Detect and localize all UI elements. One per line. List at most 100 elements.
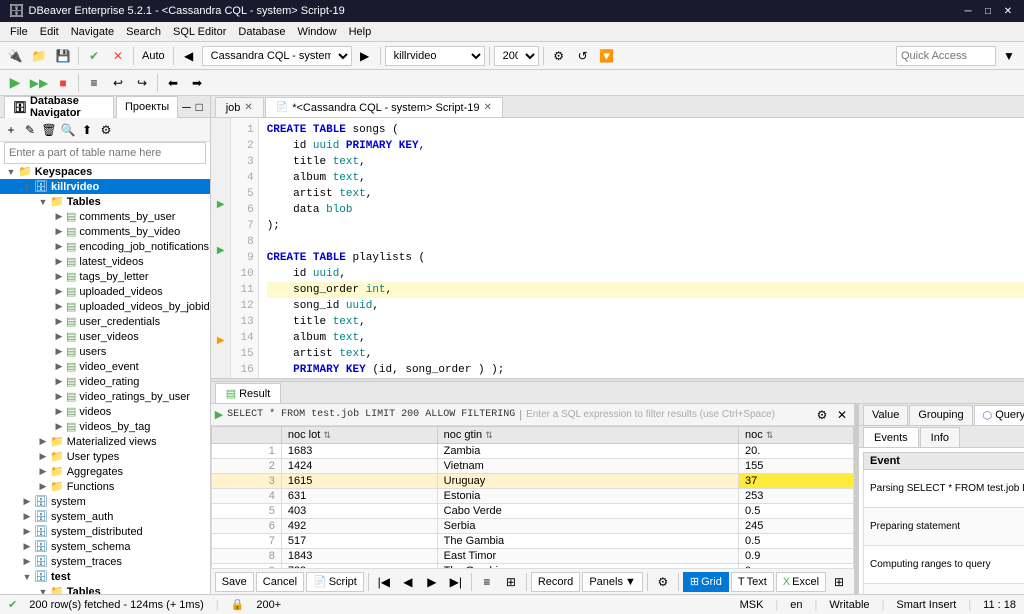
system-ks-system_traces[interactable]: ▶🗄system_traces — [0, 554, 210, 569]
menu-navigate[interactable]: Navigate — [65, 22, 120, 42]
col-gtin[interactable]: noc gtin ⇅ — [437, 427, 738, 444]
result-tab[interactable]: ▤ Result — [215, 383, 282, 403]
data-table-container[interactable]: noc lot ⇅ noc gtin ⇅ noc — [211, 426, 854, 568]
settings-nav-button[interactable]: ⚙ — [97, 121, 115, 139]
user-types-expand[interactable]: ▶ — [36, 451, 50, 462]
prev-page-button[interactable]: ◀ — [397, 571, 419, 593]
prev-connection-button[interactable]: ◀ — [178, 45, 200, 67]
more-export-button[interactable]: ⊞ — [828, 571, 850, 593]
job-tab[interactable]: job ✕ — [215, 97, 264, 117]
user-types-node[interactable]: ▶ 📁 User types — [0, 449, 210, 464]
grouping-tab[interactable]: Grouping — [909, 405, 972, 425]
add-connection-button[interactable]: + — [2, 121, 20, 139]
functions-expand[interactable]: ▶ — [36, 481, 50, 492]
test-node[interactable]: ▼ 🗄 test — [0, 569, 210, 584]
menu-search[interactable]: Search — [120, 22, 167, 42]
grid-button[interactable]: ⊞ Grid — [683, 572, 729, 592]
test-tables-expand[interactable]: ▼ — [36, 587, 50, 595]
table-row[interactable]: 3 1615 Uruguay 37 — [211, 474, 853, 489]
table-item-videos_by_tag[interactable]: ▶▤videos_by_tag — [0, 419, 210, 434]
aggregates-expand[interactable]: ▶ — [36, 466, 50, 477]
killrvideo-expand[interactable]: ▼ — [20, 182, 34, 192]
redo-button[interactable]: ↪ — [131, 72, 153, 94]
next-page-button[interactable]: ▶ — [421, 571, 443, 593]
commit-button[interactable]: ✔ — [83, 45, 105, 67]
minimize-button[interactable]: ─ — [960, 3, 976, 19]
quick-access-input[interactable] — [896, 46, 996, 66]
value-tab[interactable]: Value — [863, 405, 908, 425]
functions-node[interactable]: ▶ 📁 Functions — [0, 479, 210, 494]
table-item-user_credentials[interactable]: ▶▤user_credentials — [0, 314, 210, 329]
rollback-button[interactable]: ✕ — [107, 45, 129, 67]
system-ks-system_distributed[interactable]: ▶🗄system_distributed — [0, 524, 210, 539]
trace-event-col[interactable]: Event — [864, 453, 1024, 470]
system-ks-system[interactable]: ▶🗄system — [0, 494, 210, 509]
keyspaces-expand[interactable]: ▼ — [4, 167, 18, 177]
db-navigator-tab[interactable]: 🗄 Database Navigator — [4, 96, 114, 118]
table-item-videos[interactable]: ▶▤videos — [0, 404, 210, 419]
cancel-result-button[interactable]: Cancel — [256, 572, 304, 592]
table-item-video_ratings_by_user[interactable]: ▶▤video_ratings_by_user — [0, 389, 210, 404]
killrvideo-node[interactable]: ▼ 🗄 killrvideo — [0, 179, 210, 194]
menu-database[interactable]: Database — [232, 22, 291, 42]
table-row[interactable]: 7 517 The Gambia 0.5 — [211, 534, 853, 549]
navigate-fwd-button[interactable]: ➡ — [186, 72, 208, 94]
menu-help[interactable]: Help — [343, 22, 378, 42]
search-input[interactable] — [4, 142, 206, 164]
aggregates-node[interactable]: ▶ 📁 Aggregates — [0, 464, 210, 479]
format-sql-button[interactable]: ≡ — [83, 72, 105, 94]
table-row[interactable]: 2 1424 Vietnam 155 — [211, 459, 853, 474]
excel-button[interactable]: X Excel — [776, 572, 826, 592]
events-tab[interactable]: Events — [863, 427, 919, 447]
info-tab[interactable]: Info — [920, 427, 960, 447]
collapse-all-button[interactable]: ⬆ — [78, 121, 96, 139]
menu-window[interactable]: Window — [291, 22, 342, 42]
row-mode-button[interactable]: ≡ — [476, 571, 498, 593]
table-item-video_rating[interactable]: ▶▤video_rating — [0, 374, 210, 389]
minimize-panel-button[interactable]: ─ — [180, 99, 193, 115]
settings-res-button[interactable]: ⚙ — [652, 571, 674, 593]
settings-button[interactable]: ⚙ — [548, 45, 570, 67]
table-item-uploaded_videos[interactable]: ▶▤uploaded_videos — [0, 284, 210, 299]
limit-selector[interactable]: 200 — [494, 46, 539, 66]
database-selector[interactable]: killrvideo — [385, 46, 485, 66]
job-tab-close[interactable]: ✕ — [244, 102, 252, 113]
script-tab[interactable]: 📄 *<Cassandra CQL - system> Script-19 ✕ — [265, 97, 503, 117]
sort-noc-icon[interactable]: ⇅ — [766, 430, 774, 440]
table-row[interactable]: 8 1843 East Timor 0.9 — [211, 549, 853, 564]
keyspaces-root[interactable]: ▼ 📁 Keyspaces — [0, 164, 210, 179]
menu-edit[interactable]: Edit — [34, 22, 65, 42]
mat-views-expand[interactable]: ▶ — [36, 436, 50, 447]
close-button[interactable]: ✕ — [1000, 3, 1016, 19]
table-item-comments_by_user[interactable]: ▶▤comments_by_user — [0, 209, 210, 224]
table-item-tags_by_letter[interactable]: ▶▤tags_by_letter — [0, 269, 210, 284]
menu-sqleditor[interactable]: SQL Editor — [167, 22, 232, 42]
table-item-encoding_job_notifications[interactable]: ▶▤encoding_job_notifications — [0, 239, 210, 254]
navigate-back-button[interactable]: ⬅ — [162, 72, 184, 94]
maximize-panel-button[interactable]: □ — [193, 99, 206, 115]
record-button[interactable]: Record — [531, 572, 580, 592]
table-row[interactable]: 1 1683 Zambia 20. — [211, 444, 853, 459]
text-button[interactable]: T Text — [731, 572, 774, 592]
filter-button[interactable]: 🔽 — [596, 45, 618, 67]
filter-clear-btn[interactable]: ✕ — [834, 407, 850, 423]
script-result-button[interactable]: 📄 Script — [306, 572, 364, 592]
stop-button[interactable]: ■ — [52, 72, 74, 94]
table-item-comments_by_video[interactable]: ▶▤comments_by_video — [0, 224, 210, 239]
table-item-latest_videos[interactable]: ▶▤latest_videos — [0, 254, 210, 269]
table-row[interactable]: 5 403 Cabo Verde 0.5 — [211, 504, 853, 519]
title-bar-controls[interactable]: ─ □ ✕ — [960, 3, 1016, 19]
col-noc[interactable]: noc ⇅ — [739, 427, 854, 444]
save-button[interactable]: 💾 — [52, 45, 74, 67]
delete-connection-button[interactable]: 🗑 — [40, 121, 58, 139]
table-item-uploaded_videos_by_jobid[interactable]: ▶▤uploaded_videos_by_jobid — [0, 299, 210, 314]
sort-gtin-icon[interactable]: ⇅ — [485, 430, 493, 440]
code-area[interactable]: CREATE TABLE songs ( id uuid PRIMARY KEY… — [259, 118, 1024, 378]
tables-node[interactable]: ▼ 📁 Tables — [0, 194, 210, 209]
connection-selector[interactable]: Cassandra CQL - system — [202, 46, 352, 66]
open-script-button[interactable]: 📁 — [28, 45, 50, 67]
system-ks-system_schema[interactable]: ▶🗄system_schema — [0, 539, 210, 554]
toolbar-menu-button[interactable]: ▼ — [998, 45, 1020, 67]
maximize-button[interactable]: □ — [980, 3, 996, 19]
query-trace-tab[interactable]: ⬡ Query Trace ✕ — [974, 405, 1024, 425]
